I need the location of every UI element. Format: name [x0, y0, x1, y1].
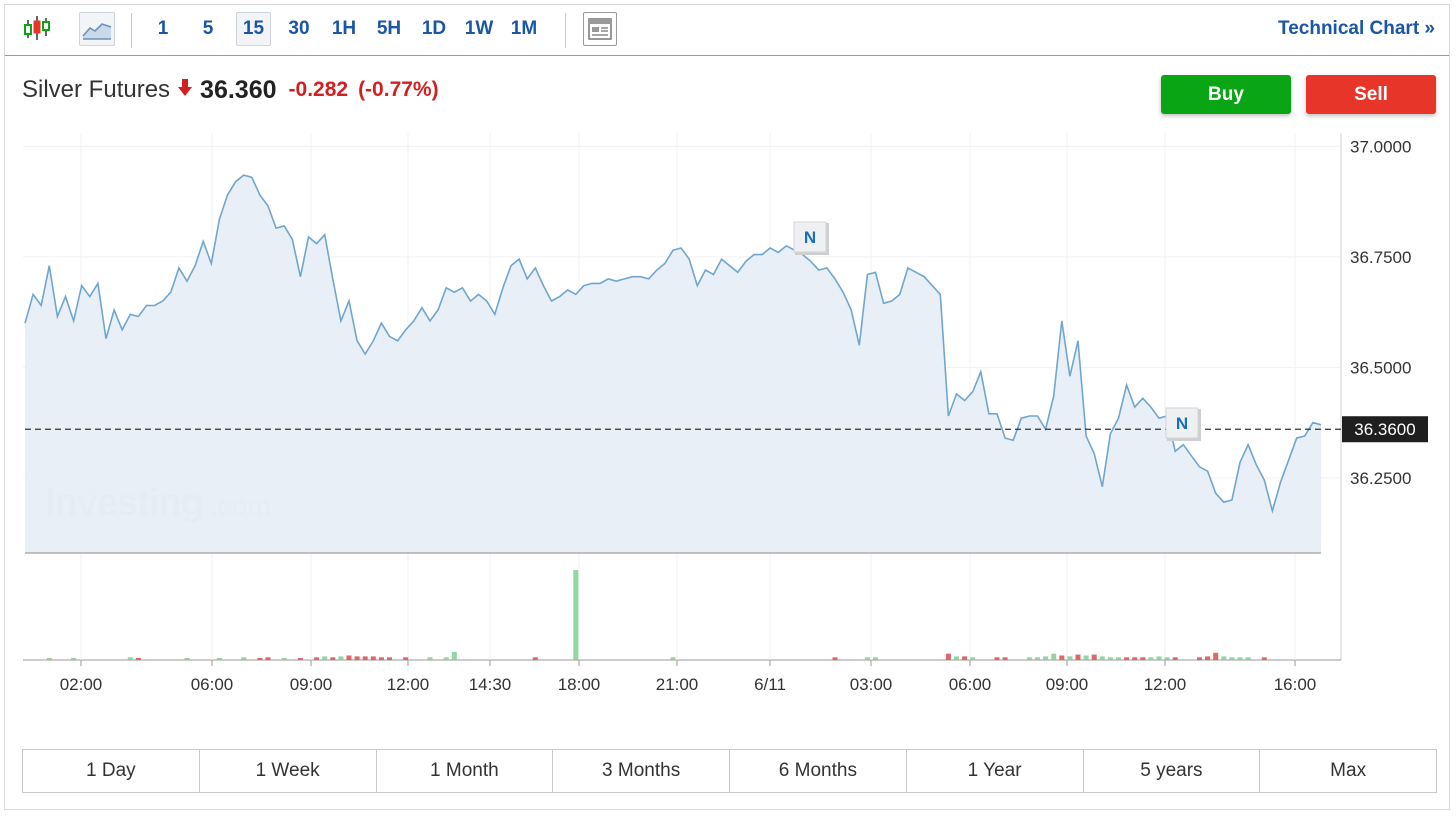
y-tick-label: 36.5000 [1350, 358, 1411, 377]
volume-bar [864, 657, 870, 660]
volume-bar [1229, 657, 1235, 660]
range-5-years[interactable]: 5 years [1084, 750, 1261, 792]
x-tick-label: 09:00 [290, 675, 333, 694]
volume-bar [322, 656, 328, 660]
volume-bar [573, 570, 579, 660]
range-6-months[interactable]: 6 Months [730, 750, 907, 792]
range-selector: 1 Day 1 Week 1 Month 3 Months 6 Months 1… [22, 749, 1437, 793]
volume-bar [135, 658, 141, 660]
news-marker-label: N [804, 228, 816, 247]
volume-bar [314, 657, 320, 660]
x-tick-label: 21:00 [656, 675, 699, 694]
x-tick-label: 14:30 [469, 675, 512, 694]
chart-widget: 1 5 15 30 1H 5H 1D 1W 1M Technical Chart… [4, 4, 1450, 810]
x-tick-label: 12:00 [387, 675, 430, 694]
range-1-month[interactable]: 1 Month [377, 750, 554, 792]
last-price-tag-label: 36.3600 [1354, 420, 1415, 439]
x-tick-label: 09:00 [1046, 675, 1089, 694]
volume-bar [1043, 656, 1049, 660]
volume-bar [873, 657, 878, 660]
x-tick-label: 6/11 [754, 675, 786, 694]
volume-bar [945, 653, 951, 660]
volume-bar [1164, 657, 1170, 660]
volume-bar [1261, 657, 1267, 660]
volume-bar [1205, 656, 1211, 660]
volume-bar [1067, 656, 1073, 660]
volume-bar [1026, 657, 1032, 660]
volume-bar [994, 657, 1000, 660]
volume-bar [1035, 657, 1040, 660]
volume-bar [1059, 655, 1065, 660]
volume-bar [354, 656, 360, 660]
x-tick-label: 06:00 [191, 675, 234, 694]
volume-bar [670, 657, 676, 660]
range-1-week[interactable]: 1 Week [200, 750, 377, 792]
volume-bar [954, 656, 959, 660]
volume-bar [265, 657, 271, 660]
x-tick-label: 03:00 [850, 675, 893, 694]
volume-bar [443, 657, 449, 660]
volume-bar [46, 658, 52, 660]
volume-bar [427, 657, 433, 660]
volume-bar [1148, 657, 1154, 660]
y-tick-label: 37.0000 [1350, 137, 1411, 156]
volume-bar [1140, 657, 1146, 660]
volume-bar [1099, 656, 1105, 660]
volume-bar [184, 658, 190, 660]
volume-bar [1107, 657, 1113, 660]
volume-bar [1083, 655, 1089, 660]
x-tick-label: 18:00 [558, 675, 601, 694]
volume-bar [1075, 654, 1081, 660]
volume-bar [257, 658, 263, 660]
volume-bar [962, 656, 968, 660]
volume-bar [832, 657, 838, 660]
volume-bar [1172, 657, 1178, 660]
news-marker-label: N [1176, 414, 1188, 433]
volume-bar [216, 658, 222, 660]
price-area [25, 175, 1321, 553]
volume-bar [1091, 654, 1097, 660]
price-chart[interactable]: 37.0000 36.7500 36.5000 36.2500 02:00 06:00 09… [5, 5, 1451, 745]
volume-bar [1124, 657, 1130, 660]
volume-bar [532, 657, 538, 660]
volume-bar [970, 657, 976, 660]
range-1-year[interactable]: 1 Year [907, 750, 1084, 792]
x-tick-label: 12:00 [1144, 675, 1187, 694]
volume-bar [370, 656, 376, 660]
x-tick-label: 16:00 [1274, 675, 1317, 694]
volume-bar [346, 655, 352, 660]
volume-bar [297, 658, 303, 660]
volume-bar [127, 657, 133, 660]
volume-bar [1213, 652, 1219, 660]
volume-bar [1221, 656, 1227, 660]
volume-bar [281, 658, 287, 660]
volume-bar [338, 656, 344, 660]
volume-bar [1197, 657, 1202, 660]
volume-bar [1156, 656, 1162, 660]
volume-bar [403, 657, 409, 660]
volume-bar [1132, 657, 1138, 660]
volume-bar [1245, 657, 1251, 660]
volume-bar [387, 657, 392, 660]
volume-bar [451, 651, 457, 660]
y-tick-label: 36.2500 [1350, 469, 1411, 488]
volume-bar [330, 657, 336, 660]
volume-bar [241, 657, 247, 660]
volume-bar [378, 657, 384, 660]
x-tick-label: 02:00 [60, 675, 103, 694]
range-3-months[interactable]: 3 Months [553, 750, 730, 792]
volume-bar [1116, 657, 1121, 660]
x-tick-label: 06:00 [949, 675, 992, 694]
volume-bar [71, 658, 77, 660]
volume-bar [1002, 657, 1008, 660]
volume-bar [1051, 653, 1057, 660]
range-max[interactable]: Max [1260, 750, 1436, 792]
volume-bar [362, 656, 368, 660]
y-tick-label: 36.7500 [1350, 248, 1411, 267]
volume-bar [1237, 657, 1243, 660]
range-1-day[interactable]: 1 Day [23, 750, 200, 792]
